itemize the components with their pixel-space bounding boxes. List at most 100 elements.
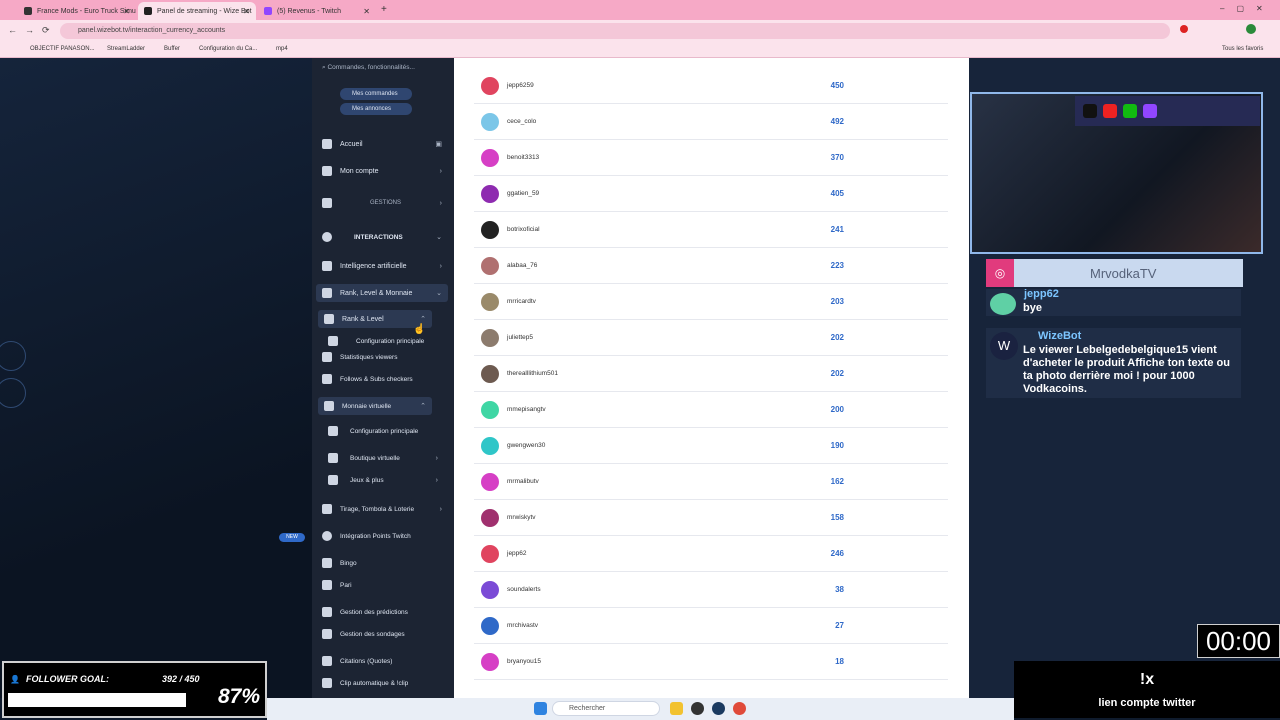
nav-arrows-icon[interactable]: ←→⟳: [8, 25, 58, 36]
sidebar-item-tirage[interactable]: Tirage, Tombola & Loterie ›: [316, 500, 448, 518]
goal-label: FOLLOWER GOAL:: [26, 674, 109, 684]
sidebar-item-jeux[interactable]: Jeux & plus ›: [316, 471, 448, 489]
sidebar-item-predictions[interactable]: Gestion des prédictions: [316, 603, 448, 621]
avatar: [481, 184, 499, 203]
sidebar-item-citations[interactable]: Citations (Quotes): [316, 652, 448, 670]
steam-icon[interactable]: [712, 702, 725, 715]
account-balance: 162: [830, 477, 844, 486]
account-name[interactable]: jepp6259: [507, 82, 534, 89]
sidebar-item-mon-compte[interactable]: Mon compte ›: [316, 162, 448, 180]
sidebar-item-pari[interactable]: Pari: [316, 576, 448, 594]
sidebar-item-ia[interactable]: Intelligence artificielle ›: [316, 257, 448, 275]
sidebar-item-clip[interactable]: Clip automatique & !clip: [316, 674, 448, 692]
bookmark-streamladder[interactable]: StreamLadder: [107, 46, 145, 52]
sidebar-item-label: Bingo: [340, 559, 357, 567]
account-name[interactable]: soundalerts: [507, 586, 541, 593]
obs-icon[interactable]: [691, 702, 704, 715]
chat-message: jepp62 bye: [986, 288, 1241, 316]
bookmark-mp4[interactable]: mp4: [276, 46, 288, 52]
sidebar-item-boutique[interactable]: Boutique virtuelle ›: [316, 449, 448, 467]
account-balance: 158: [830, 513, 844, 522]
gear-icon: [328, 426, 338, 436]
bingo-icon: [322, 558, 332, 568]
sidebar-search[interactable]: ⌕ Commandes, fonctionnalités...: [322, 64, 442, 78]
sidebar-item-config-principale-monnaie[interactable]: Configuration principale: [316, 422, 448, 440]
account-name[interactable]: jepp62: [507, 550, 527, 557]
address-bar: ←→⟳ panel.wizebot.tv/interaction_currenc…: [0, 20, 1280, 42]
table-row: mrmalibutv 162: [474, 464, 948, 500]
account-name[interactable]: mrricardtv: [507, 298, 536, 305]
opera-icon[interactable]: [1180, 25, 1188, 33]
taskbar-search[interactable]: Rechercher: [552, 701, 660, 716]
chrome-icon[interactable]: [733, 702, 746, 715]
close-icon[interactable]: ✕: [123, 7, 130, 16]
bookmark-objectif[interactable]: OBJECTIF PANASON...: [30, 46, 95, 52]
account-balance: 246: [830, 549, 844, 558]
account-balance: 241: [830, 225, 844, 234]
goal-progress-bar: [8, 693, 187, 707]
mes-commandes-button[interactable]: Mes commandes: [340, 88, 412, 100]
tab-twitch-revenus[interactable]: (5) Revenus - Twitch ✕: [258, 2, 376, 20]
smiley-icon: [322, 232, 332, 242]
sidebar-item-label: Clip automatique & !clip: [340, 679, 409, 687]
sidebar-item-label: Tirage, Tombola & Loterie: [340, 505, 415, 513]
all-bookmarks[interactable]: Tous les favoris: [1222, 46, 1263, 52]
account-name[interactable]: mmepisangtv: [507, 406, 546, 413]
account-name[interactable]: botrixoficial: [507, 226, 540, 233]
sidebar-item-follows-subs[interactable]: Follows & Subs checkers: [316, 370, 448, 388]
sidebar-item-points-twitch[interactable]: Intégration Points Twitch: [316, 527, 448, 545]
sidebar-item-config-principale-rank[interactable]: Configuration principale: [316, 336, 448, 346]
tab-favicon-icon: [264, 7, 272, 15]
account-name[interactable]: therealllithium501: [507, 370, 558, 377]
bookmark-configuration[interactable]: Configuration du Ca...: [199, 46, 257, 52]
account-name[interactable]: juliettep5: [507, 334, 533, 341]
file-explorer-icon[interactable]: [670, 702, 683, 715]
mes-annonces-button[interactable]: Mes annonces: [340, 103, 412, 115]
tab-france-mods[interactable]: France Mods - Euro Truck Simu ✕: [18, 2, 136, 20]
sidebar-item-gestions[interactable]: GESTIONS ›: [316, 194, 448, 212]
sidebar-item-label: Configuration principale: [350, 427, 419, 435]
command-description: lien compte twitter: [1098, 697, 1196, 709]
bookmark-buffer[interactable]: Buffer: [164, 46, 180, 52]
avatar: [481, 580, 499, 599]
sidebar-item-accueil[interactable]: Accueil ▣: [316, 135, 448, 153]
sidebar-item-bingo[interactable]: Bingo: [316, 554, 448, 572]
sidebar-item-label: Gestion des sondages: [340, 630, 405, 638]
chevron-up-icon: ⌃: [420, 316, 426, 323]
sidebar-item-monnaie-virtuelle[interactable]: Monnaie virtuelle ⌃: [318, 397, 432, 415]
sidebar-search-placeholder: Commandes, fonctionnalités...: [327, 64, 415, 71]
brain-icon: [322, 261, 332, 271]
account-name[interactable]: mrchivastv: [507, 622, 538, 629]
account-name[interactable]: bryanyou15: [507, 658, 541, 665]
sidebar-item-label: GESTIONS: [370, 200, 402, 206]
sidebar-item-label: Intégration Points Twitch: [340, 532, 411, 540]
sidebar-item-statistiques[interactable]: Statistiques viewers: [316, 348, 448, 366]
account-name[interactable]: benoit3313: [507, 154, 539, 161]
clip-icon: [322, 678, 332, 688]
close-icon[interactable]: ✕: [363, 7, 370, 16]
tab-wizebot[interactable]: Panel de streaming - Wize Bot ✕: [138, 2, 256, 20]
check-icon: [322, 374, 332, 384]
table-row: therealllithium501 202: [474, 356, 948, 392]
windows-start-icon[interactable]: [534, 702, 547, 715]
account-name[interactable]: gwengwen30: [507, 442, 545, 449]
account-name[interactable]: ggatien_59: [507, 190, 539, 197]
avatar: [481, 616, 499, 635]
avatar[interactable]: [1246, 24, 1256, 34]
new-tab-icon[interactable]: +: [381, 4, 387, 15]
account-balance: 223: [830, 261, 844, 270]
window-controls-icon[interactable]: –▢✕: [1220, 4, 1275, 13]
sidebar-item-interactions[interactable]: INTERACTIONS ⌄: [316, 228, 448, 246]
account-name[interactable]: mrmalibutv: [507, 478, 539, 485]
account-name[interactable]: cece_colo: [507, 118, 536, 125]
windows-taskbar: Rechercher: [267, 698, 1014, 720]
account-name[interactable]: alabaa_76: [507, 262, 537, 269]
close-icon[interactable]: ✕: [243, 7, 250, 16]
avatar: [481, 292, 499, 311]
url-field[interactable]: panel.wizebot.tv/interaction_currency_ac…: [60, 23, 1170, 39]
account-balance: 203: [830, 297, 844, 306]
sidebar-item-rank-level-monnaie[interactable]: Rank, Level & Monnaie ⌄: [316, 284, 448, 302]
prediction-icon: [322, 607, 332, 617]
sidebar-item-sondages[interactable]: Gestion des sondages: [316, 625, 448, 643]
account-name[interactable]: mrwiskytv: [507, 514, 536, 521]
